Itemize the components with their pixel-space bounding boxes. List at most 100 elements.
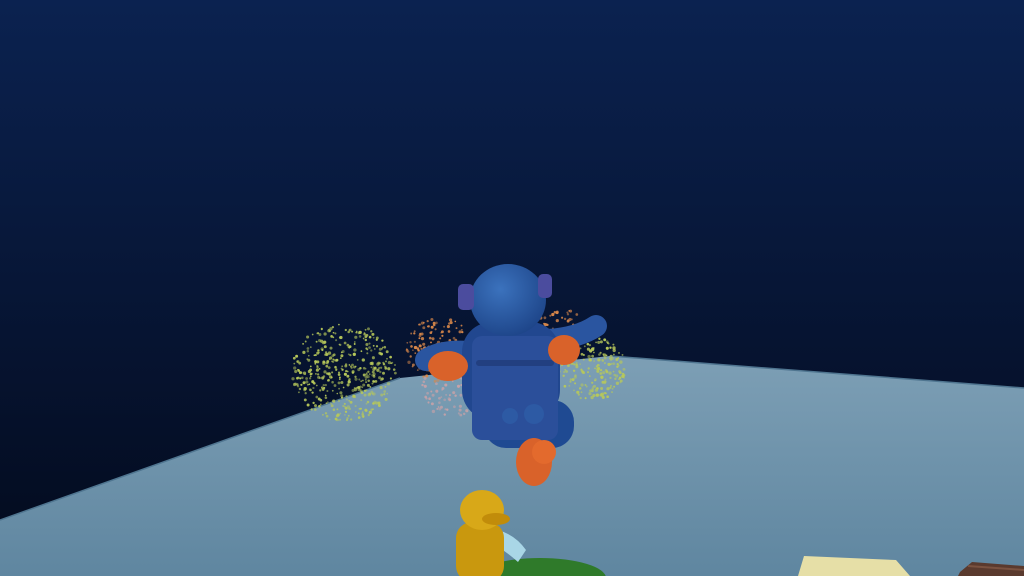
firework-particle (619, 360, 623, 364)
firework-particle (327, 329, 331, 333)
firework-particle (364, 338, 368, 342)
firework-particle (321, 413, 324, 416)
firework-particle (594, 379, 596, 382)
firework-particle (440, 331, 443, 334)
firework-particle (368, 410, 372, 415)
firework-particle (420, 336, 425, 341)
firework-particle (587, 367, 590, 370)
firework-particle (370, 330, 373, 333)
firework-particle (609, 376, 612, 380)
firework-particle (364, 378, 367, 381)
firework-particle (349, 353, 352, 357)
firework-particle (348, 399, 351, 402)
firework-particle (300, 383, 303, 386)
firework-particle (605, 370, 609, 373)
firework-particle (356, 386, 359, 389)
firework-particle (387, 367, 391, 371)
firework-particle (331, 389, 334, 392)
firework-particle (430, 390, 433, 393)
firework-particle (365, 373, 368, 376)
firework-particle (373, 374, 376, 377)
firework-particle (302, 371, 307, 375)
firework-particle (357, 331, 361, 335)
firework-particle (423, 384, 427, 388)
firework-particle (563, 384, 567, 388)
firework-particle (326, 401, 329, 404)
firework-particle (603, 362, 606, 365)
firework-particle (582, 354, 585, 356)
firework-particle (610, 357, 614, 360)
firework-particle (347, 346, 350, 348)
firework-particle (319, 389, 322, 392)
firework-particle (389, 377, 392, 380)
firework-particle (581, 370, 585, 374)
firework-particle (410, 345, 413, 348)
firework-particle (580, 352, 584, 356)
firework-particle (592, 386, 594, 388)
firework-particle (599, 372, 603, 375)
firework-particle (368, 373, 371, 376)
firework-particle (460, 328, 463, 331)
player-backpack-button (502, 408, 518, 424)
firework-particle (353, 388, 357, 392)
firework-particle (412, 349, 414, 352)
firework-particle (360, 350, 363, 353)
firework-particle (418, 323, 420, 326)
firework-particle (575, 313, 579, 316)
firework-particle (334, 332, 337, 335)
firework-particle (617, 357, 620, 359)
firework-particle (612, 370, 615, 373)
firework-particle (597, 367, 601, 371)
firework-particle (597, 340, 601, 344)
firework-particle (601, 395, 605, 399)
firework-particle (325, 414, 329, 418)
firework-particle (353, 341, 356, 343)
firework-particle (453, 405, 456, 409)
firework-particle (294, 369, 298, 374)
firework-particle (378, 367, 380, 369)
firework-particle (362, 373, 366, 377)
firework-particle (416, 369, 419, 371)
firework-particle (346, 343, 350, 347)
firework-particle (393, 363, 397, 367)
firework-particle (331, 371, 334, 374)
firework-particle (375, 336, 379, 340)
firework-particle (328, 418, 331, 421)
firework-particle (366, 400, 370, 404)
firework-particle (591, 354, 594, 358)
firework-particle (586, 347, 590, 351)
firework-particle (377, 401, 381, 405)
firework-particle (430, 341, 432, 344)
firework-particle (354, 411, 357, 413)
firework-particle (580, 383, 584, 387)
firework-particle (422, 326, 426, 330)
firework-particle (543, 316, 547, 320)
firework-particle (346, 383, 350, 387)
firework-particle (327, 379, 330, 382)
firework-particle (324, 396, 328, 400)
firework-particle (307, 358, 311, 362)
firework-particle (579, 396, 582, 400)
firework-particle (335, 358, 339, 362)
firework-particle (372, 402, 375, 405)
firework-particle (454, 320, 457, 323)
firework-particle (588, 375, 591, 377)
firework-particle (543, 322, 546, 325)
firework-particle (354, 375, 357, 378)
firework-particle (341, 350, 345, 353)
firework-particle (343, 341, 347, 345)
firework-particle (353, 343, 356, 345)
firework-particle (335, 414, 339, 418)
firework-particle (316, 366, 319, 369)
firework-particle (356, 359, 359, 361)
firework-particle (382, 362, 386, 366)
firework-particle (434, 328, 437, 331)
firework-particle (418, 334, 422, 337)
firework-particle (616, 363, 619, 366)
firework-particle (362, 337, 365, 340)
firework-particle (587, 354, 591, 359)
firework-particle (549, 314, 552, 317)
firework-particle (347, 414, 350, 417)
firework-particle (585, 385, 588, 388)
player-backpack (472, 336, 558, 440)
